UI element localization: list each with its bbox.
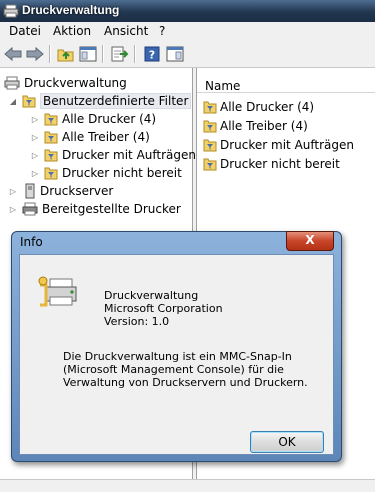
description-line: (Microsoft Management Console) für die xyxy=(63,363,284,376)
tree-item-filter-all-printers[interactable]: ▷ Alle Drucker (4) xyxy=(30,110,156,128)
description-line: Die Druckverwaltung ist ein MMC-Snap-In xyxy=(63,350,292,363)
export-list-button[interactable] xyxy=(110,44,130,64)
window-title: Druckverwaltung xyxy=(22,3,120,17)
server-icon xyxy=(25,183,35,199)
filter-icon xyxy=(44,167,58,180)
show-hide-tree-icon xyxy=(79,46,97,62)
list-item-label: Drucker mit Aufträgen xyxy=(220,138,354,152)
printer-icon xyxy=(22,202,38,216)
version-text: Version: 1.0 xyxy=(104,315,170,328)
tree-item-custom-filters[interactable]: ◢ Benutzerdefinierte Filter xyxy=(8,92,192,110)
list-item[interactable]: Drucker nicht bereit xyxy=(203,155,340,173)
company-name: Microsoft Corporation xyxy=(104,302,223,315)
column-header-name[interactable]: Name xyxy=(197,68,375,93)
expand-arrow-icon[interactable]: ▷ xyxy=(30,151,40,160)
menu-ansicht[interactable]: Ansicht xyxy=(104,24,148,38)
filter-icon xyxy=(203,158,217,171)
help-icon: ? xyxy=(144,46,160,62)
dialog-title: Info xyxy=(20,235,43,249)
forward-button[interactable] xyxy=(25,44,45,64)
menu-aktion[interactable]: Aktion xyxy=(53,24,91,38)
list-item-label: Drucker nicht bereit xyxy=(220,157,340,171)
printer-management-icon xyxy=(3,4,19,18)
up-folder-icon xyxy=(57,49,74,62)
dialog-body: Druckverwaltung Microsoft Corporation Ve… xyxy=(19,254,334,455)
svg-text:?: ? xyxy=(149,49,155,62)
forward-icon xyxy=(26,47,44,61)
back-button[interactable] xyxy=(3,44,23,64)
menu-help[interactable]: ? xyxy=(159,24,165,38)
expand-arrow-icon[interactable]: ▷ xyxy=(8,205,18,214)
filter-icon xyxy=(44,113,58,126)
tree-label: Alle Drucker (4) xyxy=(62,112,157,126)
tree-item-print-servers[interactable]: ▷ Druckserver xyxy=(8,182,113,200)
expand-arrow-icon[interactable]: ▷ xyxy=(8,187,18,196)
properties-button[interactable] xyxy=(165,44,185,64)
info-dialog: Info X Druckverwaltung Microsoft Corpora… xyxy=(11,231,342,462)
filter-icon xyxy=(203,101,217,114)
collapse-arrow-icon[interactable]: ◢ xyxy=(8,97,18,106)
toolbar: ? xyxy=(0,41,375,68)
up-folder-button[interactable] xyxy=(56,44,76,64)
back-icon xyxy=(4,47,22,61)
show-hide-tree-button[interactable] xyxy=(78,44,98,64)
list-item-label: Alle Drucker (4) xyxy=(220,100,315,114)
tree-label: Alle Treiber (4) xyxy=(62,130,150,144)
expand-arrow-icon[interactable]: ▷ xyxy=(30,169,40,178)
close-icon: X xyxy=(305,233,315,247)
tree-item-deployed-printers[interactable]: ▷ Bereitgestellte Drucker xyxy=(8,200,181,218)
filter-icon xyxy=(203,139,217,152)
list-item[interactable]: Alle Treiber (4) xyxy=(203,117,308,135)
expand-arrow-icon[interactable]: ▷ xyxy=(30,115,40,124)
tree-label: Benutzerdefinierte Filter xyxy=(40,93,192,109)
tree-item-filter-printers-with-jobs[interactable]: ▷ Drucker mit Aufträgen xyxy=(30,146,196,164)
printer-management-icon xyxy=(4,76,20,90)
list-item[interactable]: Alle Drucker (4) xyxy=(203,98,314,116)
description-line: Verwaltung von Druckservern und Druckern… xyxy=(63,376,308,389)
menu-datei[interactable]: Datei xyxy=(9,24,41,38)
window-titlebar[interactable]: Druckverwaltung xyxy=(0,0,375,23)
filter-folder-icon xyxy=(22,95,36,108)
tree-label: Drucker mit Aufträgen xyxy=(62,148,196,162)
export-list-icon xyxy=(111,46,129,62)
tree-label: Druckverwaltung xyxy=(24,76,127,90)
filter-icon xyxy=(44,149,58,162)
column-header-label: Name xyxy=(205,79,241,93)
filter-icon xyxy=(203,120,217,133)
tree-item-druckverwaltung[interactable]: Druckverwaltung xyxy=(4,74,127,92)
tree-item-filter-all-drivers[interactable]: ▷ Alle Treiber (4) xyxy=(30,128,150,146)
tree-label: Druckserver xyxy=(40,184,114,198)
ok-button[interactable]: OK xyxy=(250,431,324,453)
menu-bar: Datei Aktion Ansicht ? xyxy=(0,22,375,41)
tree-label: Drucker nicht bereit xyxy=(62,166,182,180)
printer-management-icon xyxy=(38,276,77,307)
status-bar xyxy=(0,479,375,492)
help-button[interactable]: ? xyxy=(142,44,162,64)
product-name: Druckverwaltung xyxy=(104,289,199,302)
close-button[interactable]: X xyxy=(286,231,334,251)
list-item-label: Alle Treiber (4) xyxy=(220,119,308,133)
properties-icon xyxy=(166,46,184,62)
tree-item-filter-printers-not-ready[interactable]: ▷ Drucker nicht bereit xyxy=(30,164,182,182)
expand-arrow-icon[interactable]: ▷ xyxy=(30,133,40,142)
list-item[interactable]: Drucker mit Aufträgen xyxy=(203,136,354,154)
tree-label: Bereitgestellte Drucker xyxy=(42,202,181,216)
filter-icon xyxy=(44,131,58,144)
